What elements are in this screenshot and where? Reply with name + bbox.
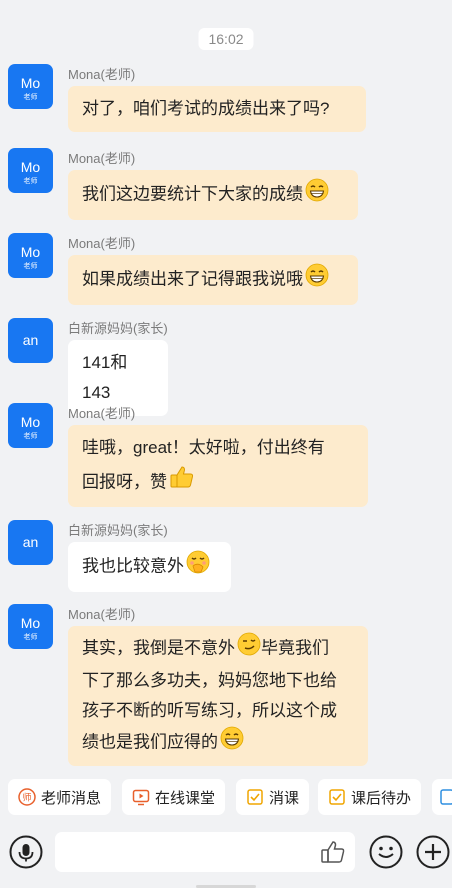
smiley-icon xyxy=(369,835,403,869)
avatar-initials: Mo xyxy=(20,244,41,260)
message-text: 我们这边要统计下大家的成绩 xyxy=(82,184,303,204)
teacher-message-button[interactable]: 师 老师消息 xyxy=(8,779,112,815)
message-item: Mo 老师 Mona(老师) 对了，咱们考试的成绩出来了吗? xyxy=(0,64,452,134)
avatar-initials: Mo xyxy=(20,75,41,91)
online-class-icon xyxy=(132,788,150,806)
message-item: an 白新源妈妈(家长) 141和143 xyxy=(0,318,452,416)
quick-action-toolbar: 师 老师消息 在线课堂 消课 课后待办 xyxy=(0,779,452,817)
message-item: Mo 老师 Mona(老师) 其实，我倒是不意外 毕竟我们 下了那么多功夫，妈妈您… xyxy=(0,604,452,766)
sender-name: Mona(老师) xyxy=(68,406,136,421)
avatar-role: 老师 xyxy=(23,94,38,101)
smirk-emoji xyxy=(237,632,261,666)
grin-emoji xyxy=(305,178,329,212)
sender-name: Mona(老师) xyxy=(68,607,136,622)
avatar[interactable]: Mo 老师 xyxy=(8,233,53,278)
message-text: 孩子不断的听写练习，所以这个成 xyxy=(82,701,337,720)
avatar-role: 老师 xyxy=(23,178,38,185)
document-icon xyxy=(438,788,452,806)
checkbox-icon xyxy=(328,788,346,806)
message-text: 绩也是我们应得的 xyxy=(82,732,218,752)
message-bubble[interactable]: 哇哦，great！太好啦，付出终有 回报呀，赞 xyxy=(68,425,368,507)
like-button[interactable] xyxy=(320,840,346,864)
message-text: 其实，我倒是不意外 xyxy=(82,638,235,658)
svg-text:师: 师 xyxy=(22,792,31,804)
chat-timestamp: 16:02 xyxy=(198,28,254,50)
avatar[interactable]: Mo 老师 xyxy=(8,604,53,649)
message-bubble[interactable]: 其实，我倒是不意外 毕竟我们 下了那么多功夫，妈妈您地下也给 孩子不断的听写练习，… xyxy=(68,626,368,766)
message-item: Mo 老师 Mona(老师) 如果成绩出来了记得跟我说哦 xyxy=(0,233,452,305)
avatar[interactable]: Mo 老师 xyxy=(8,148,53,193)
avatar[interactable]: an xyxy=(8,318,53,363)
message-text: 回报呀，赞 xyxy=(82,472,167,492)
sender-name: 白新源妈妈(家长) xyxy=(68,523,168,538)
sender-name: Mona(老师) xyxy=(68,67,136,82)
chip-label: 在线课堂 xyxy=(155,789,216,807)
sender-name: 白新源妈妈(家长) xyxy=(68,321,168,336)
after-class-todo-button[interactable]: 课后待办 xyxy=(318,779,422,815)
avatar-role: 老师 xyxy=(23,634,38,641)
message-text: 哇哦，great！太好啦，付出终有 xyxy=(82,438,325,457)
cancel-class-button[interactable]: 消课 xyxy=(236,779,310,815)
voice-button[interactable] xyxy=(9,835,43,869)
online-class-button[interactable]: 在线课堂 xyxy=(122,779,226,815)
thumbs-up-icon xyxy=(321,841,345,863)
grin-emoji xyxy=(305,263,329,297)
checkbox-icon xyxy=(246,788,264,806)
plus-icon xyxy=(416,835,450,869)
add-button[interactable] xyxy=(416,835,450,869)
sender-name: Mona(老师) xyxy=(68,151,136,166)
microphone-icon xyxy=(9,835,43,869)
avatar-role: 老师 xyxy=(23,263,38,270)
message-item: an 白新源妈妈(家长) 我也比较意外 xyxy=(0,520,452,592)
message-item: Mo 老师 Mona(老师) 我们这边要统计下大家的成绩 xyxy=(0,148,452,220)
avatar-initials: Mo xyxy=(20,159,41,175)
message-input-bar xyxy=(0,827,452,888)
grin-emoji xyxy=(220,726,244,760)
avatar-role: 老师 xyxy=(23,433,38,440)
chip-label: 课后待办 xyxy=(351,789,412,807)
avatar-initials: Mo xyxy=(20,615,41,631)
more-actions-button[interactable] xyxy=(432,779,452,815)
thumbs-up-emoji xyxy=(169,465,195,501)
avatar[interactable]: an xyxy=(8,520,53,565)
message-text: 141和143 xyxy=(82,353,128,402)
message-text: 毕竟我们 xyxy=(261,638,329,658)
hand-over-mouth-emoji xyxy=(186,550,210,584)
message-input[interactable] xyxy=(55,832,355,872)
message-bubble[interactable]: 如果成绩出来了记得跟我说哦 xyxy=(68,255,358,305)
avatar[interactable]: Mo 老师 xyxy=(8,64,53,109)
message-item: Mo 老师 Mona(老师) 哇哦，great！太好啦，付出终有 回报呀，赞 xyxy=(0,403,452,507)
avatar-initials: Mo xyxy=(20,414,41,430)
message-text: 对了，咱们考试的成绩出来了吗? xyxy=(82,99,330,118)
avatar[interactable]: Mo 老师 xyxy=(8,403,53,448)
chip-label: 消课 xyxy=(269,789,300,807)
message-text: 下了那么多功夫，妈妈您地下也给 xyxy=(82,671,337,690)
sender-name: Mona(老师) xyxy=(68,236,136,251)
message-text: 如果成绩出来了记得跟我说哦 xyxy=(82,269,303,289)
chip-label: 老师消息 xyxy=(41,789,102,807)
teacher-icon: 师 xyxy=(18,788,36,806)
avatar-initials: an xyxy=(22,332,39,348)
message-bubble[interactable]: 对了，咱们考试的成绩出来了吗? xyxy=(68,86,366,132)
message-text: 我也比较意外 xyxy=(82,556,184,576)
emoji-button[interactable] xyxy=(369,835,403,869)
avatar-initials: an xyxy=(22,534,39,550)
message-bubble[interactable]: 我也比较意外 xyxy=(68,542,231,592)
message-bubble[interactable]: 我们这边要统计下大家的成绩 xyxy=(68,170,358,220)
